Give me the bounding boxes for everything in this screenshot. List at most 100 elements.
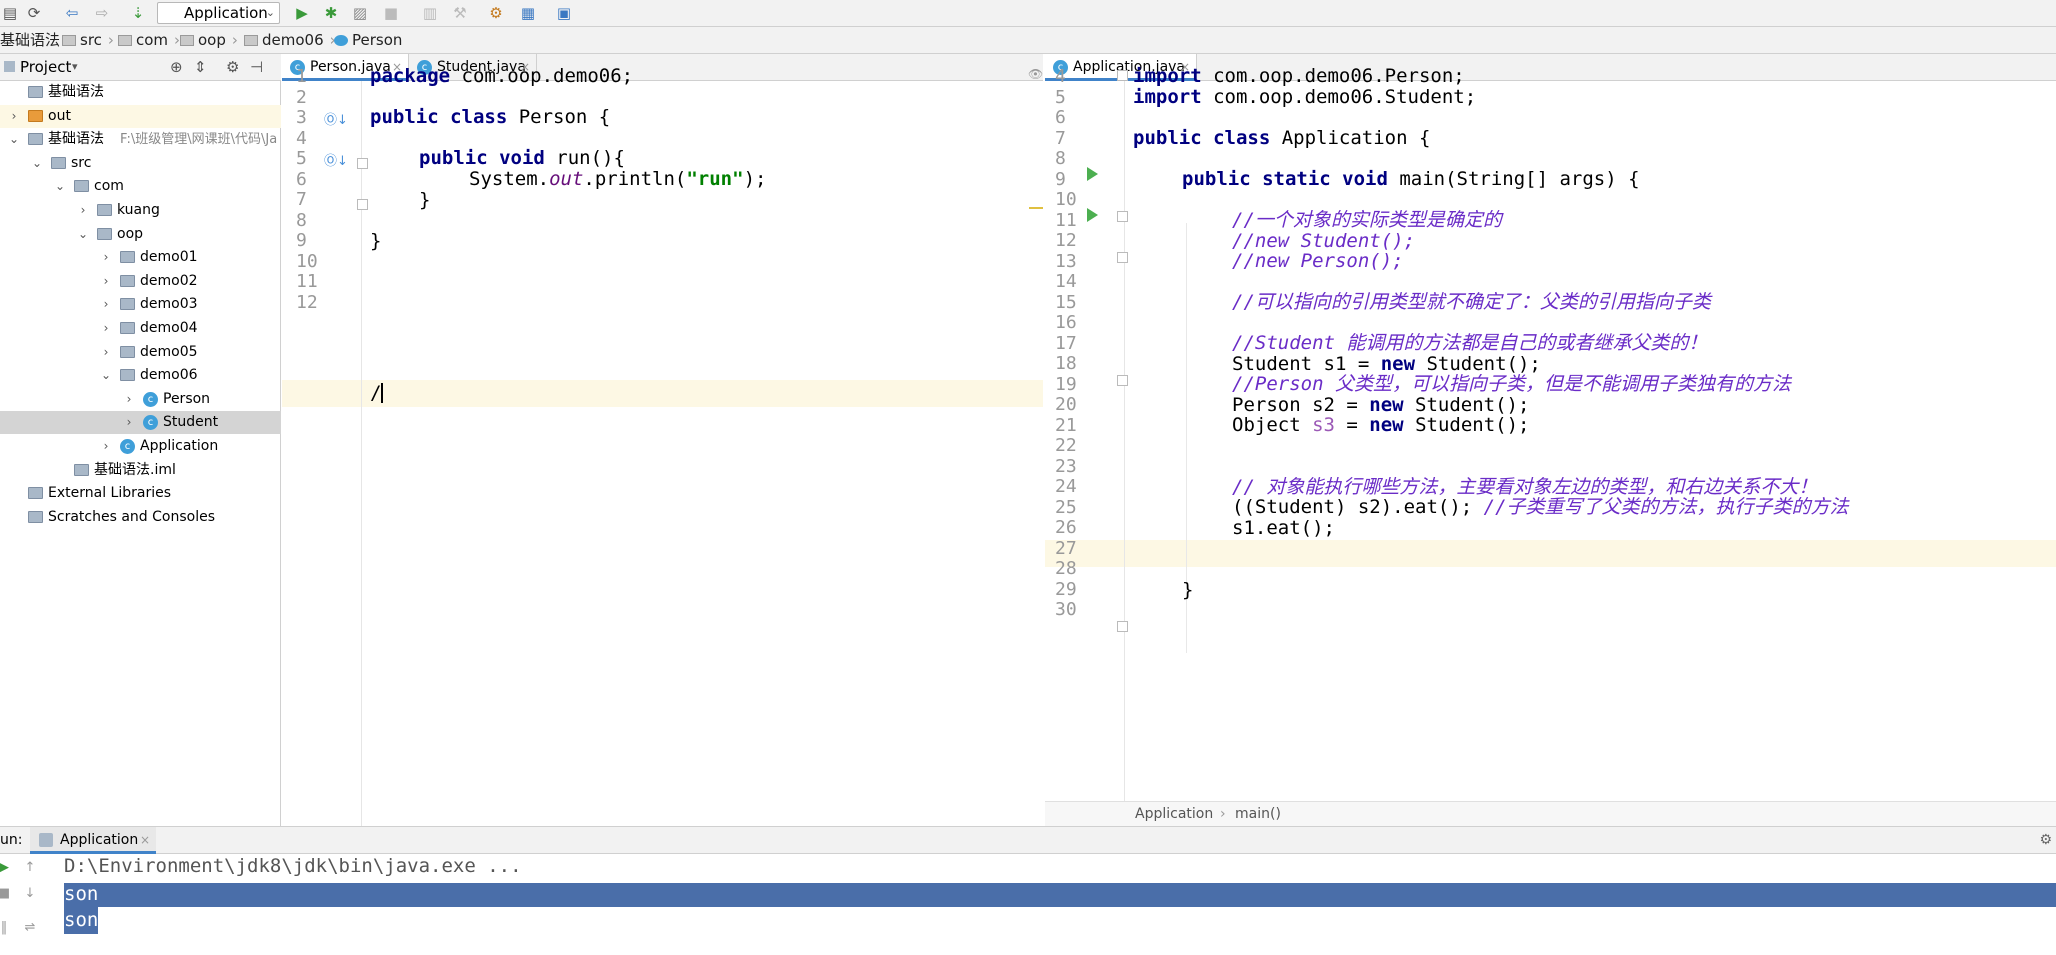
line-number: 30 <box>1055 599 1077 620</box>
breadcrumb-method[interactable]: main() <box>1235 802 1281 826</box>
console-output[interactable]: ▶ ↑ ■ ↓ ‖ ⇌ D:\Environment\jdk8\jdk\bin\… <box>0 854 2056 955</box>
scroll-up-icon[interactable]: ↑ <box>22 860 38 876</box>
tree-item[interactable]: › demo04 <box>0 317 281 340</box>
tree-item[interactable]: › demo03 <box>0 293 281 316</box>
chevron-down-icon[interactable]: ⌄ <box>54 175 66 198</box>
run-class-icon[interactable] <box>1087 167 1098 181</box>
tree-item-label: src <box>71 154 92 171</box>
warning-stripe[interactable] <box>1029 207 1043 209</box>
fold-icon[interactable] <box>1117 211 1128 222</box>
tree-item-label: oop <box>117 225 144 242</box>
stop-icon[interactable]: ■ <box>0 886 12 902</box>
rerun-icon[interactable]: ▶ <box>0 860 12 876</box>
fold-icon[interactable] <box>1117 375 1128 386</box>
scroll-down-icon[interactable]: ↓ <box>22 886 38 902</box>
tree-item[interactable]: › c Application <box>0 435 281 458</box>
tree-item[interactable]: Scratches and Consoles <box>0 506 281 529</box>
tree-item[interactable]: ⌄ oop <box>0 223 281 246</box>
fold-icon[interactable] <box>1117 252 1128 263</box>
forward-icon[interactable]: ⇨ <box>92 3 112 23</box>
folder-icon <box>28 510 43 523</box>
pause-icon[interactable]: ‖ <box>0 920 12 936</box>
breadcrumb-class[interactable]: Application <box>1135 802 1213 826</box>
tab-run-application[interactable]: Application × <box>30 827 156 854</box>
chevron-right-icon[interactable]: › <box>100 435 112 458</box>
chevron-right-icon[interactable]: › <box>77 199 89 222</box>
tree-item[interactable]: › kuang <box>0 199 281 222</box>
tree-item[interactable]: 基础语法.iml <box>0 459 281 482</box>
implemented-icon[interactable]: Ⓞ↓ <box>324 150 348 169</box>
run-main-icon[interactable] <box>1087 208 1098 222</box>
sdk-icon[interactable]: ▣ <box>554 3 574 23</box>
chevron-right-icon[interactable]: › <box>100 341 112 364</box>
chevron-down-icon[interactable]: ⌄ <box>77 223 89 246</box>
chevron-right-icon[interactable]: › <box>100 246 112 269</box>
coverage-icon[interactable]: ▨ <box>350 3 370 23</box>
tree-item-label: 基础语法 <box>48 131 104 148</box>
class-icon <box>334 35 348 46</box>
tree-item[interactable]: › demo02 <box>0 270 281 293</box>
right-code-editor[interactable]: 4 5 6 7 8 9 10 11 12 13 14 15 16 17 18 19 20 21 22 23 24 25 26… <box>1045 65 2056 801</box>
chevron-right-icon[interactable]: › <box>100 293 112 316</box>
tree-item[interactable]: 基础语法 <box>0 81 281 104</box>
settings-icon[interactable]: ⚙ <box>486 3 506 23</box>
chevron-right-icon[interactable]: › <box>123 411 135 434</box>
breadcrumb-item[interactable]: src › <box>62 27 114 53</box>
breadcrumb-item[interactable]: com › <box>118 27 180 53</box>
run-icon[interactable]: ▶ <box>292 3 312 23</box>
build-icon[interactable]: ⇣ <box>128 3 148 23</box>
implemented-icon[interactable]: Ⓞ↓ <box>324 109 348 128</box>
soft-wrap-icon[interactable]: ⇌ <box>22 920 38 936</box>
folder-icon <box>28 133 43 146</box>
eye-icon[interactable]: 👁 <box>1028 67 1043 81</box>
back-icon[interactable]: ⇦ <box>62 3 82 23</box>
tree-item-label: com <box>94 178 124 195</box>
fold-icon[interactable] <box>1117 621 1128 632</box>
chevron-down-icon[interactable]: ⌄ <box>8 128 20 151</box>
chevron-right-icon[interactable]: › <box>123 388 135 411</box>
sync-icon[interactable]: ⟳ <box>24 3 44 23</box>
chevron-down-icon[interactable]: ⌄ <box>31 152 43 175</box>
tree-item[interactable]: › demo01 <box>0 246 281 269</box>
locate-icon[interactable]: ⊕ <box>170 54 183 80</box>
run-config-select[interactable]: Application ⌄ <box>157 2 280 24</box>
breadcrumb-item[interactable]: Person <box>334 27 402 53</box>
gear-icon[interactable]: ⚙ <box>2039 827 2052 854</box>
fold-icon[interactable] <box>357 158 368 169</box>
breadcrumb-item[interactable]: demo06 › <box>244 27 336 53</box>
tree-item[interactable]: › demo05 <box>0 341 281 364</box>
chevron-right-icon[interactable]: › <box>100 317 112 340</box>
tree-item[interactable]: ⌄ 基础语法 F:\班级管理\网课班\代码\Ja <box>0 128 281 151</box>
build-project-icon[interactable]: ⚒ <box>450 3 470 23</box>
chevron-right-icon[interactable]: › <box>8 105 20 128</box>
text-caret <box>381 383 384 403</box>
breadcrumb-item[interactable]: oop › <box>180 27 238 53</box>
chevron-right-icon[interactable]: › <box>100 270 112 293</box>
project-structure-icon[interactable]: ▦ <box>518 3 538 23</box>
fold-icon[interactable] <box>357 199 368 210</box>
debug-icon[interactable]: ✱ <box>321 3 341 23</box>
tree-item[interactable]: External Libraries <box>0 482 281 505</box>
attach-icon[interactable]: ▥ <box>420 3 440 23</box>
left-code-editor[interactable]: 1 2 3 4 5 6 7 8 9 10 11 12 Ⓞ↓ Ⓞ↓ package com.oop.de… <box>282 65 1043 826</box>
tree-item[interactable]: ⌄ demo06 <box>0 364 281 387</box>
tree-item[interactable]: ⌄ src <box>0 152 281 175</box>
chevron-down-icon[interactable]: ⌄ <box>100 364 112 387</box>
close-icon[interactable]: × <box>140 827 150 854</box>
chevron-down-icon[interactable]: ▾ <box>72 54 78 80</box>
tree-item[interactable]: › out <box>0 104 281 128</box>
project-view-title[interactable]: Project <box>20 54 71 80</box>
tree-item[interactable]: › c Person <box>0 388 281 411</box>
fold-icon[interactable] <box>1117 70 1128 81</box>
hide-icon[interactable]: ⊣ <box>250 54 263 80</box>
code-line-26: s1.eat(); <box>1232 517 1335 539</box>
collapse-all-icon[interactable]: ⇕ <box>194 54 207 80</box>
folder-icon <box>28 109 43 122</box>
tree-item-path: F:\班级管理\网课班\代码\Ja <box>120 132 278 148</box>
save-icon[interactable]: ▤ <box>0 3 20 23</box>
tree-item[interactable]: › c Student <box>0 411 281 435</box>
tree-item[interactable]: ⌄ com <box>0 175 281 198</box>
gear-icon[interactable]: ⚙ <box>226 54 239 80</box>
folder-icon <box>118 35 132 46</box>
stop-icon[interactable]: ■ <box>381 3 401 23</box>
